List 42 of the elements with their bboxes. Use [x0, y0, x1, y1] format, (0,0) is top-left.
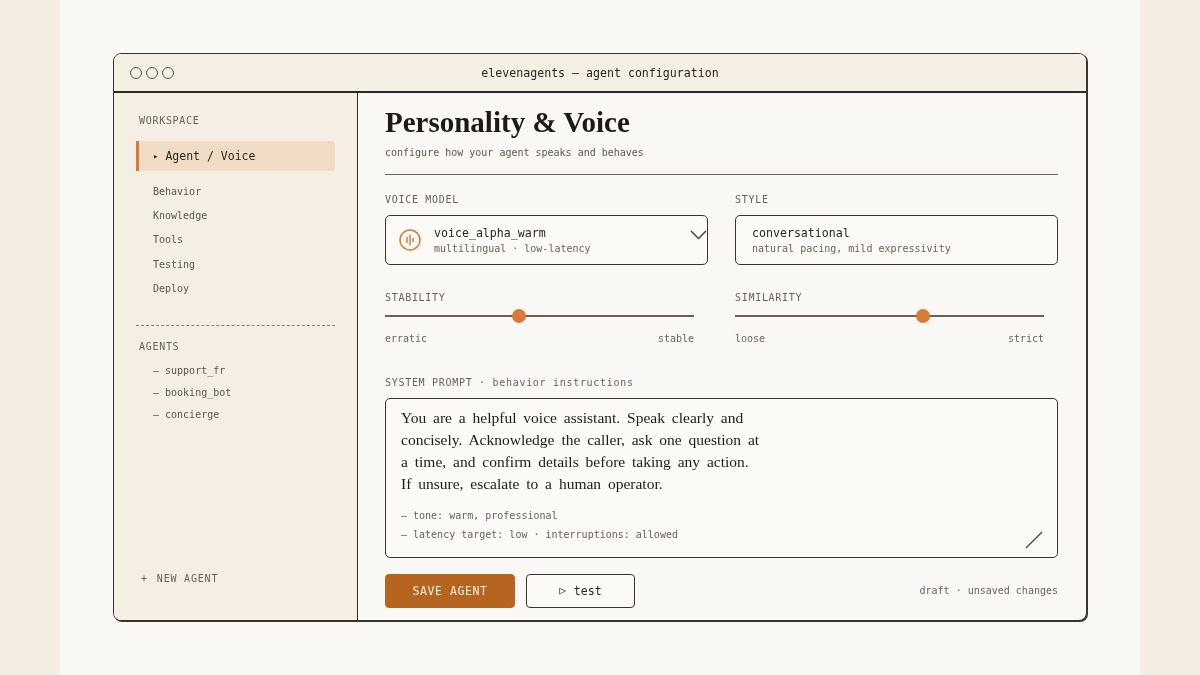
nav-item[interactable]: Tools	[136, 227, 335, 253]
range-min-label: erratic	[385, 331, 428, 346]
prompt-note: — latency target: low · interruptions: allowed	[401, 527, 678, 542]
window-title: elevenagents — agent configuration	[481, 65, 719, 80]
nav-item[interactable]: ▸ Agent / Voice	[136, 141, 335, 171]
page-subtitle: configure how your agent speaks and behaves	[385, 146, 644, 160]
test-button[interactable]: ▷ test	[526, 573, 635, 608]
section-heading: AGENTS	[138, 339, 181, 354]
status-text: draft · unsaved changes	[919, 585, 1058, 596]
select-detail: multilingual · low-latency	[434, 241, 591, 256]
prompt-note: — tone: warm, professional	[401, 508, 558, 523]
system-prompt-field[interactable]	[385, 397, 1058, 558]
range-min-label: loose	[735, 331, 766, 346]
section-heading: WORKSPACE	[138, 114, 201, 128]
field-value: conversational	[752, 224, 851, 241]
chevron-down-icon	[690, 230, 707, 240]
style-field[interactable]: conversational natural pacing, mild expressivity	[735, 215, 1058, 265]
page-title: Personality & Voice	[385, 105, 630, 139]
field-label: STYLE	[735, 193, 769, 207]
field-detail: natural pacing, mild expressivity	[752, 241, 951, 256]
prompt-label: SYSTEM PROMPT · behavior instructions	[385, 375, 634, 390]
select-value: voice_alpha_warm	[434, 224, 547, 241]
resize-handle-icon[interactable]	[1025, 530, 1043, 549]
agent-item[interactable]: — booking_bot	[136, 381, 335, 404]
nav-item[interactable]: Testing	[136, 252, 335, 277]
new-agent-button[interactable]: + NEW AGENT	[136, 573, 219, 584]
slider-thumb[interactable]	[512, 308, 527, 323]
agent-item[interactable]: — concierge	[136, 403, 335, 426]
range-max-label: strict	[1007, 331, 1044, 346]
nav-item[interactable]: Deploy	[136, 276, 335, 301]
slider-label: SIMILARITY	[735, 291, 803, 305]
slider-label: STABILITY	[385, 291, 446, 305]
waveform-icon	[399, 229, 421, 251]
field-label: VOICE MODEL	[385, 193, 459, 207]
nav-item[interactable]: Behavior	[136, 179, 335, 204]
range-max-label: stable	[657, 331, 694, 346]
agent-item[interactable]: — support_fr	[136, 359, 335, 382]
save-button[interactable]: SAVE AGENT	[385, 573, 515, 608]
slider-thumb[interactable]	[916, 308, 931, 323]
prompt-text: You are a helpful voice assistant. Speak clearly and concisely. Acknowledge the caller, ask one question at a time, and confirm details before taking any action. If unsure, escalate to a human operator.	[401, 407, 761, 494]
voice-model-select[interactable]: voice_alpha_warm multilingual · low-latency	[385, 215, 708, 265]
nav-item[interactable]: Knowledge	[136, 203, 335, 228]
